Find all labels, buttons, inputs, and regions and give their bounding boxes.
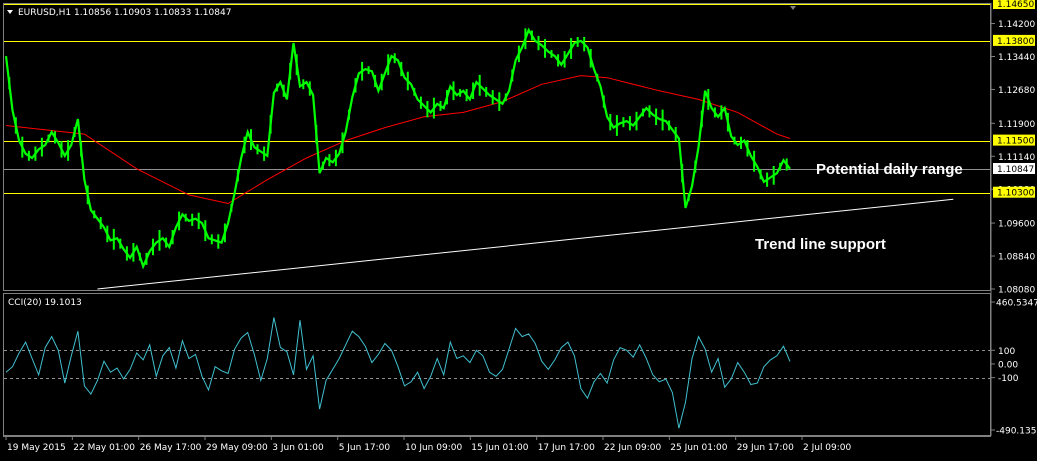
cci-header: CCI(20) 19.1013 — [8, 298, 82, 308]
price-tick-label: 1.09600 — [998, 220, 1035, 230]
time-label: 22 May 01:00 — [73, 443, 135, 453]
symbol-header: EURUSD,H1 1.10856 1.10903 1.10833 1.1084… — [18, 8, 231, 18]
time-label: 25 Jun 01:00 — [670, 443, 727, 453]
annotation-trend-support: Trend line support — [755, 236, 886, 253]
price-tick-label: 1.13440 — [998, 53, 1035, 63]
level-price-tag-label: 1.11500 — [997, 137, 1034, 147]
moving-average-line — [5, 75, 791, 205]
time-label: 22 Jun 09:00 — [604, 443, 661, 453]
cci-scale-label: 0.00 — [998, 361, 1018, 371]
time-label: 17 Jun 17:00 — [538, 443, 595, 453]
time-label: 15 Jun 01:00 — [471, 443, 528, 453]
price-tick-label: 1.08080 — [998, 286, 1035, 296]
chart-window: 1.14200 1.13440 1.12680 1.11900 1.11140 1.103… — [0, 0, 1037, 457]
price-line — [4, 27, 791, 270]
level-price-tag-label: 1.13800 — [997, 37, 1034, 47]
price-tick-label: 1.08840 — [998, 253, 1035, 263]
time-label: 29 May 09:00 — [206, 443, 268, 453]
dropdown-arrow-icon[interactable] — [7, 10, 13, 14]
time-label: 29 Jun 17:00 — [737, 443, 794, 453]
time-label: 10 Jun 09:00 — [405, 443, 462, 453]
annotation-daily-range: Potential daily range — [816, 161, 963, 178]
time-label: 26 May 17:00 — [140, 443, 202, 453]
current-price-tag-label: 1.10847 — [997, 165, 1034, 175]
level-price-tag-label: 1.14650 — [997, 0, 1034, 10]
time-label: 3 Jun 01:00 — [272, 443, 324, 453]
cci-scale-label: -100 — [998, 374, 1019, 384]
cci-pane-frame — [3, 293, 991, 436]
price-tick-label: 1.12680 — [998, 86, 1035, 96]
cci-scale-label: -490.1353 — [996, 427, 1037, 437]
price-scale: 1.14200 1.13440 1.12680 1.11900 1.11140 1.103… — [991, 0, 1037, 437]
price-tick-label: 1.14200 — [998, 20, 1035, 30]
price-tick-label: 1.11900 — [998, 120, 1035, 130]
level-price-tag-label: 1.10300 — [997, 189, 1034, 199]
time-label: 5 Jun 17:00 — [339, 443, 391, 453]
time-axis: 19 May 2015 22 May 01:00 26 May 17:00 29 Ma… — [5, 436, 852, 453]
cci-scale-label: 460.5347 — [996, 299, 1037, 309]
cci-scale-label: 100 — [998, 347, 1015, 357]
price-tick-label: 1.11140 — [998, 153, 1035, 163]
chart-canvas: 1.14200 1.13440 1.12680 1.11900 1.11140 1.103… — [3, 0, 1037, 453]
cci-line — [5, 317, 791, 429]
moving-average — [5, 75, 791, 205]
cci-indicator — [4, 317, 990, 429]
chart-shift-marker-icon[interactable] — [790, 6, 796, 10]
time-label: 2 Jul 09:00 — [803, 443, 852, 453]
price-series — [4, 27, 791, 270]
time-label: 19 May 2015 — [7, 443, 66, 453]
